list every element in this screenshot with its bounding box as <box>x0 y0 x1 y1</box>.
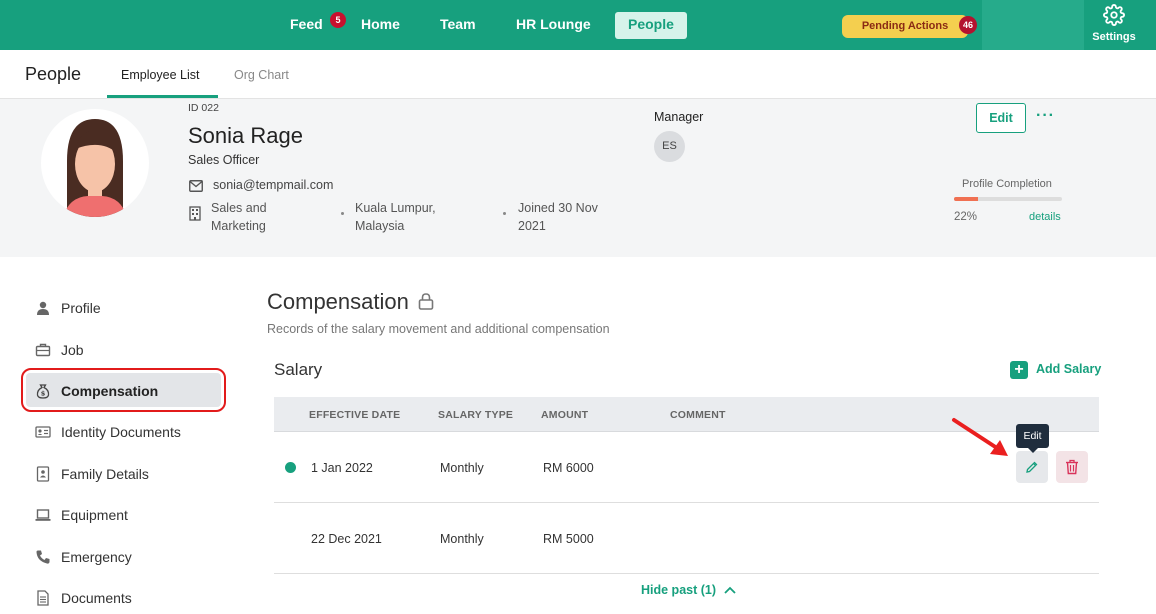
sidebar-item-emergency[interactable]: Emergency <box>35 548 225 568</box>
employee-id: ID 022 <box>188 102 219 114</box>
building-icon <box>189 206 201 221</box>
svg-text:$: $ <box>41 390 46 398</box>
sidebar-item-job[interactable]: Job <box>35 341 225 361</box>
profile-completion-percent: 22% <box>954 211 978 223</box>
employee-location: Kuala Lumpur, Malaysia <box>355 201 436 233</box>
envelope-icon <box>189 180 203 192</box>
sidebar-item-family-details[interactable]: Family Details <box>35 465 225 485</box>
sidebar-item-compensation[interactable]: $ Compensation <box>35 382 225 402</box>
salary-type-cell: Monthly <box>440 461 484 475</box>
sidebar-item-label: Job <box>61 342 84 358</box>
sidebar-item-label: Identity Documents <box>61 424 181 440</box>
active-tab-indicator <box>107 95 218 98</box>
pending-actions-button[interactable]: Pending Actions <box>842 15 968 38</box>
employee-joined-date: Joined 30 Nov 2021 <box>518 201 598 233</box>
delete-salary-button[interactable] <box>1056 451 1088 483</box>
sidebar-item-label: Documents <box>61 590 132 606</box>
employee-name: Sonia Rage <box>188 123 303 148</box>
employee-department: Sales and Marketing <box>211 201 267 233</box>
family-icon <box>36 466 50 482</box>
table-row: 22 Dec 2021 Monthly RM 5000 <box>274 503 1099 574</box>
edit-tooltip: Edit <box>1016 424 1049 453</box>
person-icon <box>37 301 49 315</box>
sidebar-item-equipment[interactable]: Equipment <box>35 506 225 526</box>
feed-notification-badge: 5 <box>330 12 346 28</box>
sidebar-item-label: Equipment <box>61 507 128 523</box>
column-header: AMOUNT <box>541 409 589 421</box>
column-header: SALARY TYPE <box>438 409 514 421</box>
current-salary-indicator <box>285 462 296 473</box>
section-subtitle: Records of the salary movement and addit… <box>267 322 610 336</box>
document-icon <box>37 590 49 606</box>
section-title-text: Compensation <box>267 289 409 314</box>
manager-label: Manager <box>654 110 704 124</box>
edit-profile-button[interactable]: Edit <box>976 103 1026 133</box>
settings-label: Settings <box>1092 31 1136 43</box>
lock-icon <box>418 293 434 310</box>
nav-hr-lounge[interactable]: HR Lounge <box>516 0 591 50</box>
amount-cell: RM 6000 <box>543 461 594 475</box>
sidebar-item-label: Compensation <box>61 383 159 399</box>
profile-completion-fill <box>954 197 978 201</box>
effective-date-cell: 1 Jan 2022 <box>311 461 373 475</box>
employee-email: sonia@tempmail.com <box>213 178 334 192</box>
settings-button[interactable]: Settings <box>1090 4 1138 48</box>
briefcase-icon <box>35 343 51 357</box>
salary-type-cell: Monthly <box>440 532 484 546</box>
chevron-up-icon <box>723 586 736 594</box>
sidebar-item-label: Profile <box>61 300 101 316</box>
hide-past-label: Hide past (1) <box>641 583 717 597</box>
employee-profile-header: ID 022 Sonia Rage Sales Officer sonia@te… <box>0 99 1156 257</box>
amount-cell: RM 5000 <box>543 532 594 546</box>
sidebar-item-profile[interactable]: Profile <box>35 299 225 319</box>
sidebar-item-label: Family Details <box>61 466 149 482</box>
money-bag-icon: $ <box>36 384 50 399</box>
top-navigation-bar: Feed 5 Home Team HR Lounge People Pendin… <box>0 0 1156 50</box>
tab-employee-list[interactable]: Employee List <box>121 68 200 82</box>
sidebar-item-label: Emergency <box>61 549 132 565</box>
nav-home[interactable]: Home <box>361 0 400 50</box>
nav-empty-slot <box>982 0 1084 50</box>
meta-separator <box>503 212 506 215</box>
avatar-illustration <box>63 119 127 217</box>
column-header: EFFECTIVE DATE <box>309 409 401 421</box>
hide-past-toggle[interactable]: Hide past (1) <box>641 583 736 597</box>
phone-icon <box>36 550 50 564</box>
salary-heading: Salary <box>274 360 323 379</box>
profile-completion-details-link[interactable]: details <box>1029 211 1061 223</box>
annotation-arrow-icon <box>952 418 1008 456</box>
meta-separator <box>341 212 344 215</box>
profile-completion-label: Profile Completion <box>962 178 1052 190</box>
employee-avatar <box>41 109 149 217</box>
sidebar-item-documents[interactable]: Documents <box>35 589 225 609</box>
gear-icon <box>1103 4 1125 26</box>
nav-people[interactable]: People <box>615 12 687 39</box>
manager-avatar[interactable]: ES <box>654 131 685 162</box>
trash-icon <box>1066 459 1078 475</box>
more-options-button[interactable]: ··· <box>1036 107 1055 125</box>
nav-team[interactable]: Team <box>440 0 476 50</box>
laptop-icon <box>35 509 51 521</box>
plus-icon: + <box>1010 361 1028 379</box>
add-salary-label: Add Salary <box>1036 362 1102 376</box>
nav-feed[interactable]: Feed <box>290 0 323 50</box>
tab-org-chart[interactable]: Org Chart <box>234 68 289 82</box>
people-subheader: People Employee List Org Chart <box>0 50 1156 99</box>
page-title: People <box>25 64 82 84</box>
effective-date-cell: 22 Dec 2021 <box>311 532 382 546</box>
edit-salary-button[interactable] <box>1016 451 1048 483</box>
pending-actions-badge: 46 <box>959 16 977 34</box>
pencil-icon <box>1026 461 1038 473</box>
column-header: COMMENT <box>670 409 726 421</box>
section-title: Compensation <box>267 289 434 315</box>
profile-completion-bar <box>954 197 1062 201</box>
sidebar-item-identity-documents[interactable]: Identity Documents <box>35 423 225 443</box>
employee-role: Sales Officer <box>188 153 260 167</box>
id-card-icon <box>35 426 51 438</box>
